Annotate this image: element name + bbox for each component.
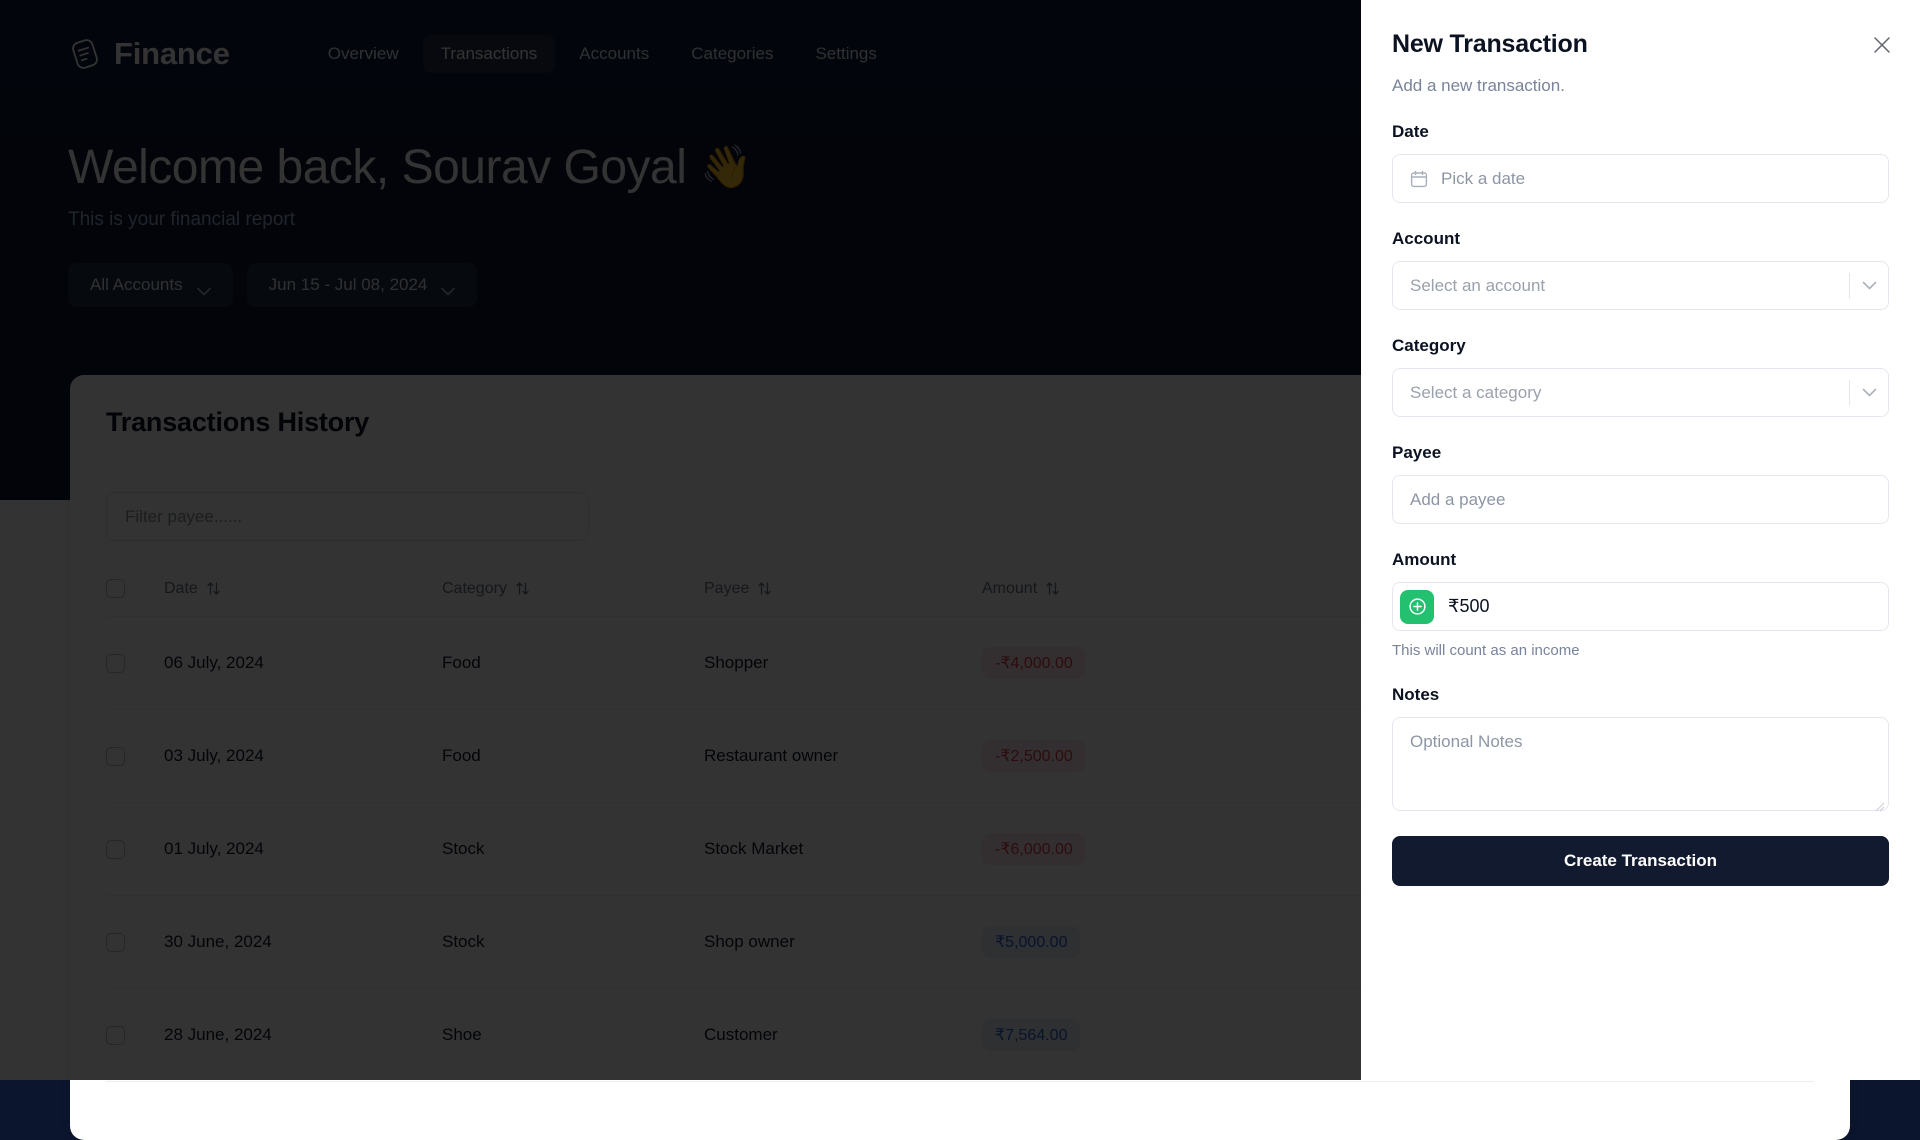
account-placeholder: Select an account (1410, 276, 1849, 296)
chevron-down-icon (1850, 281, 1888, 290)
account-label: Account (1392, 229, 1889, 249)
payee-field: Payee Add a payee (1392, 443, 1889, 524)
amount-label: Amount (1392, 550, 1889, 570)
sheet-description: Add a new transaction. (1392, 76, 1889, 96)
income-expense-toggle-icon[interactable] (1400, 590, 1434, 624)
close-icon[interactable] (1872, 35, 1892, 55)
sheet-title: New Transaction (1392, 30, 1889, 59)
category-placeholder: Select a category (1410, 383, 1849, 403)
payee-placeholder: Add a payee (1410, 490, 1505, 510)
amount-value: ₹500 (1448, 596, 1489, 617)
category-label: Category (1392, 336, 1889, 356)
resize-handle-icon[interactable] (1875, 797, 1885, 807)
amount-field: Amount ₹500 This will count as an income (1392, 550, 1889, 659)
notes-field: Notes Optional Notes (1392, 685, 1889, 811)
category-select[interactable]: Select a category (1392, 368, 1889, 417)
date-field: Date Pick a date (1392, 122, 1889, 203)
create-transaction-button[interactable]: Create Transaction (1392, 836, 1889, 886)
chevron-down-icon (1850, 388, 1888, 397)
amount-input[interactable]: ₹500 (1392, 582, 1889, 631)
category-field: Category Select a category (1392, 336, 1889, 417)
notes-label: Notes (1392, 685, 1889, 705)
account-select[interactable]: Select an account (1392, 261, 1889, 310)
new-transaction-sheet: New Transaction Add a new transaction. D… (1361, 0, 1920, 1080)
payee-input[interactable]: Add a payee (1392, 475, 1889, 524)
date-label: Date (1392, 122, 1889, 142)
payee-label: Payee (1392, 443, 1889, 463)
calendar-icon (1410, 170, 1428, 188)
date-picker-button[interactable]: Pick a date (1392, 154, 1889, 203)
account-field: Account Select an account (1392, 229, 1889, 310)
notes-placeholder: Optional Notes (1410, 732, 1522, 751)
date-placeholder: Pick a date (1441, 169, 1525, 189)
notes-textarea[interactable]: Optional Notes (1392, 717, 1889, 811)
amount-hint: This will count as an income (1392, 642, 1889, 659)
